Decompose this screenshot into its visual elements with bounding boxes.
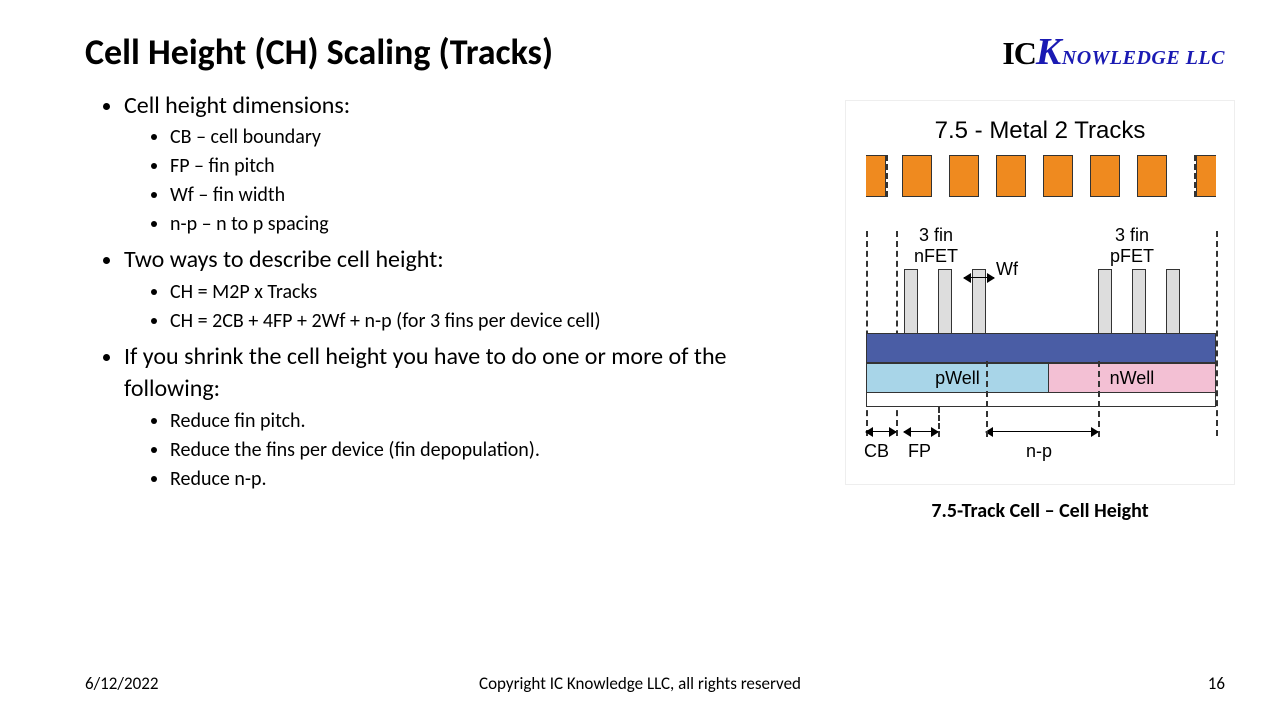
footer-copyright: Copyright IC Knowledge LLC, all rights r… — [0, 673, 1280, 694]
bullet-3-text: If you shrink the cell height you have t… — [124, 342, 727, 403]
logo-llc: LLC — [1180, 47, 1225, 69]
arrow-wf — [964, 277, 994, 279]
arrow-cb — [866, 431, 896, 433]
bullet-3b: Reduce the fins per device (fin depopula… — [170, 437, 790, 464]
track-half-left — [866, 155, 886, 197]
bullet-1a: CB – cell boundary — [170, 124, 790, 151]
bullet-2b: CH = 2CB + 4FP + 2Wf + n-p (for 3 fins p… — [170, 308, 790, 335]
logo-k: K — [1036, 31, 1062, 73]
track-2 — [949, 155, 979, 197]
diagram-title: 7.5 - Metal 2 Tracks — [846, 117, 1234, 145]
vdash-right-boundary — [1216, 231, 1218, 436]
pwell: pWell — [867, 364, 1049, 392]
arrow-fp — [904, 431, 938, 433]
label-pfet-2: pFET — [1110, 246, 1154, 266]
well-row: pWell nWell — [866, 363, 1216, 393]
bullet-1-text: Cell height dimensions: — [124, 91, 350, 120]
label-nfet-2: nFET — [914, 246, 958, 266]
bullet-3a: Reduce fin pitch. — [170, 408, 790, 435]
track-half-left-dash — [886, 155, 888, 197]
label-pfet-1: 3 fin — [1115, 225, 1149, 245]
nwell: nWell — [1049, 364, 1215, 392]
track-3 — [996, 155, 1026, 197]
arrow-np — [986, 431, 1098, 433]
vdash-fp-end — [938, 407, 940, 437]
logo-rest: NOWLEDGE — [1062, 47, 1180, 69]
diagram-caption: 7.5-Track Cell – Cell Height — [845, 499, 1235, 523]
track-half-right — [1196, 155, 1216, 197]
bullet-2a: CH = M2P x Tracks — [170, 279, 790, 306]
bullet-2-text: Two ways to describe cell height: — [124, 245, 444, 274]
bullet-1b: FP – fin pitch — [170, 153, 790, 180]
bullet-1: Cell height dimensions: CB – cell bounda… — [124, 90, 790, 238]
vdash-np-left — [986, 361, 988, 437]
track-6 — [1137, 155, 1167, 197]
track-4 — [1043, 155, 1073, 197]
logo-icknowledge: ICKNOWLEDGE LLC — [1002, 30, 1225, 74]
track-1 — [902, 155, 932, 197]
bullet-1d: n-p – n to p spacing — [170, 211, 790, 238]
bullet-3c: Reduce n-p. — [170, 466, 790, 493]
substrate-row — [866, 393, 1216, 407]
track-5 — [1090, 155, 1120, 197]
label-fp: FP — [908, 441, 931, 462]
slide: Cell Height (CH) Scaling (Tracks) ICKNOW… — [0, 0, 1280, 720]
label-cb: CB — [864, 441, 889, 462]
bullet-2: Two ways to describe cell height: CH = M… — [124, 244, 790, 334]
label-nfet-1: 3 fin — [919, 225, 953, 245]
footer-page-number: 16 — [1208, 673, 1225, 694]
slide-title: Cell Height (CH) Scaling (Tracks) — [85, 30, 553, 74]
content-area: Cell height dimensions: CB – cell bounda… — [100, 90, 790, 499]
vdash-np-right — [1098, 361, 1100, 437]
label-nfet: 3 fin nFET — [914, 225, 958, 266]
bullet-1c: Wf – fin width — [170, 182, 790, 209]
diagram: 7.5 - Metal 2 Tracks — [845, 100, 1235, 485]
diagram-wrap: 7.5 - Metal 2 Tracks — [845, 100, 1235, 523]
bullet-3: If you shrink the cell height you have t… — [124, 341, 790, 493]
label-wf: Wf — [996, 259, 1018, 280]
label-np: n-p — [1026, 441, 1052, 462]
logo-ic: IC — [1002, 35, 1036, 71]
label-pfet: 3 fin pFET — [1110, 225, 1154, 266]
active-strip — [866, 333, 1216, 363]
